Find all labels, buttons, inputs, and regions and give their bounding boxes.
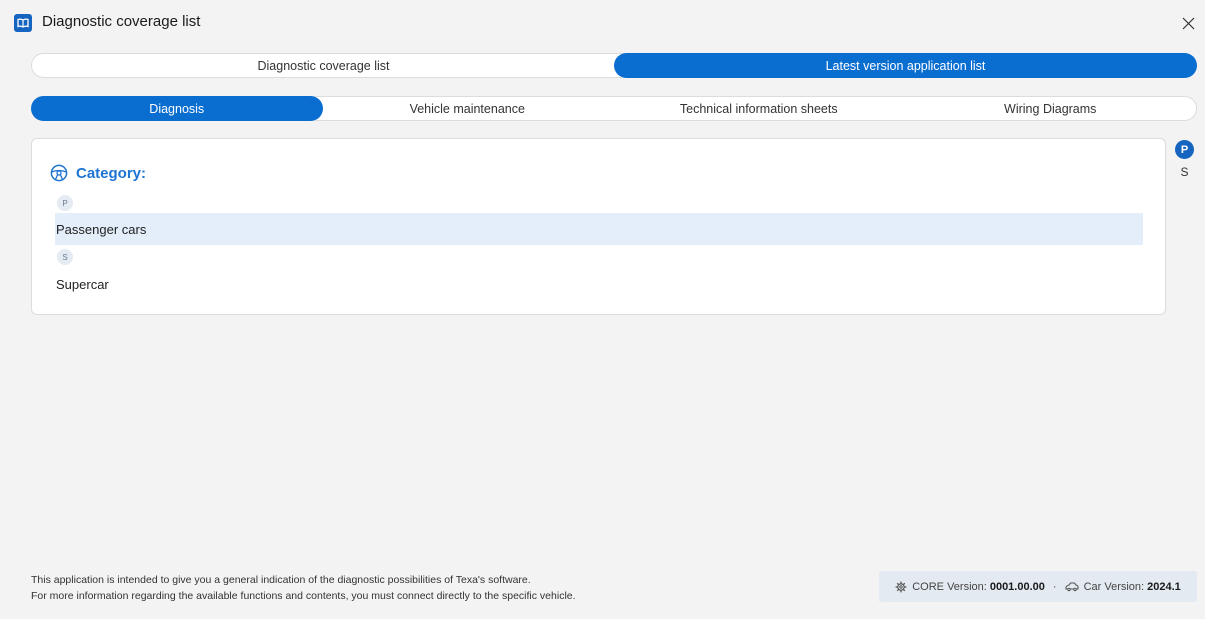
car-version-label: Car Version:	[1083, 580, 1145, 593]
tab-diagnostic-coverage-list[interactable]: Diagnostic coverage list	[32, 54, 615, 77]
close-button[interactable]	[1177, 12, 1199, 34]
top-tab-bar: Diagnostic coverage list Latest version …	[31, 53, 1197, 78]
core-version-label: CORE Version:	[912, 580, 987, 593]
category-header: Category:	[50, 164, 146, 182]
category-card: Category: P Passenger cars S Supercar	[31, 138, 1166, 315]
gear-icon	[895, 581, 907, 593]
list-item-supercar[interactable]: Supercar	[55, 268, 1143, 300]
tab-vehicle-maintenance[interactable]: Vehicle maintenance	[322, 97, 614, 120]
version-info: CORE Version: 0001.00.00 · Car Version: …	[879, 571, 1197, 602]
close-icon	[1182, 17, 1194, 29]
tab-wiring-diagrams[interactable]: Wiring Diagrams	[905, 97, 1197, 120]
car-version-value: 2024.1	[1147, 580, 1181, 593]
disclaimer-line: This application is intended to give you…	[31, 574, 531, 586]
disclaimer-text: This application is intended to give you…	[31, 572, 576, 604]
sub-tab-bar: Diagnosis Vehicle maintenance Technical …	[31, 96, 1197, 121]
version-separator: ·	[1052, 580, 1057, 593]
steering-wheel-icon	[50, 164, 68, 182]
window-title: Diagnostic coverage list	[42, 13, 201, 30]
car-icon	[1065, 581, 1079, 592]
core-version-value: 0001.00.00	[989, 580, 1045, 593]
category-label: Category:	[76, 164, 147, 182]
tab-technical-information-sheets[interactable]: Technical information sheets	[613, 97, 905, 120]
index-letter-p[interactable]: P	[1175, 140, 1194, 159]
group-letter-badge: S	[57, 249, 73, 265]
disclaimer-line: For more information regarding the avail…	[31, 590, 576, 602]
index-letter-s[interactable]: S	[1175, 162, 1194, 181]
list-item-passenger-cars[interactable]: Passenger cars	[55, 213, 1143, 245]
tab-diagnosis[interactable]: Diagnosis	[31, 96, 323, 121]
book-icon	[14, 14, 32, 32]
group-letter-badge: P	[57, 195, 73, 211]
tab-latest-version-application-list[interactable]: Latest version application list	[614, 53, 1197, 78]
title-bar: Diagnostic coverage list	[0, 0, 1205, 44]
